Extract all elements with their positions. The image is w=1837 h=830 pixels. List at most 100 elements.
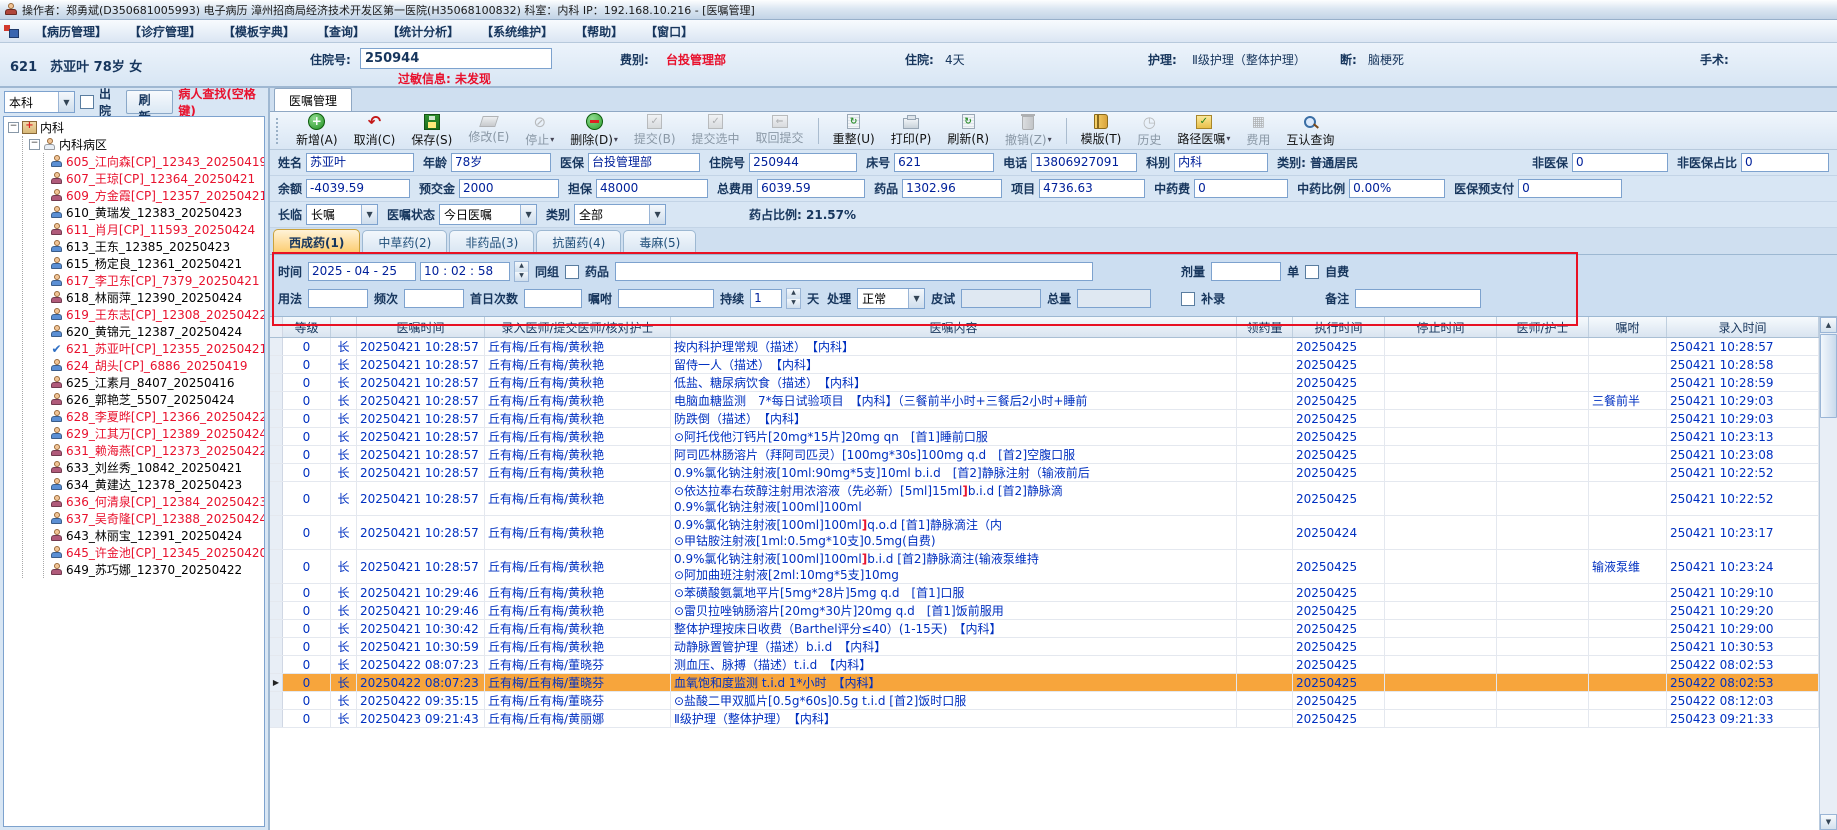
patient-tree-item[interactable]: 633_刘丝秀_10842_20250421 xyxy=(50,459,264,476)
order-row[interactable]: ▶ 0 长 20250422 08:07:23 丘有梅/丘有梅/董晓芬 血氧饱和度监测 t… xyxy=(270,674,1820,692)
revoke-button[interactable]: 撤销(Z) ▾ xyxy=(998,113,1059,149)
order-row[interactable]: 0 长 20250421 10:28:57 丘有梅/丘有梅/黄秋艳 ⊙阿托伐他汀钙片[2… xyxy=(270,428,1820,446)
field-value[interactable]: 250944 xyxy=(749,153,858,172)
order-row[interactable]: 0 长 20250421 10:29:46 丘有梅/丘有梅/黄秋艳 ⊙雷贝拉唑钠肠溶片[… xyxy=(270,602,1820,620)
order-row[interactable]: 0 长 20250421 10:30:42 丘有梅/丘有梅/黄秋艳 整体护理按床日收费（… xyxy=(270,620,1820,638)
column-header-exec[interactable]: 执行时间 xyxy=(1293,317,1385,337)
save-button[interactable]: 保存(S) xyxy=(404,113,459,149)
order-row[interactable]: 0 长 20250421 10:28:57 丘有梅/丘有梅/黄秋艳 ⊙依达拉奉右莰醇注射… xyxy=(270,482,1820,516)
order-row[interactable]: 0 长 20250421 10:28:57 丘有梅/丘有梅/黄秋艳 电脑血糖监测 7*每… xyxy=(270,392,1820,410)
order-row[interactable]: 0 长 20250421 10:28:57 丘有梅/丘有梅/黄秋艳 按内科护理常规（描述… xyxy=(270,338,1820,356)
menu-item[interactable]: 【病历管理】 xyxy=(24,21,118,42)
history-button[interactable]: ◷ 历史 xyxy=(1130,112,1168,149)
tab-西成药(1)[interactable]: 西成药(1) xyxy=(273,229,361,254)
column-header-remark[interactable]: 嘱咐 xyxy=(1589,317,1667,337)
modify-button[interactable]: 修改(E) xyxy=(461,115,516,146)
patient-tree-item[interactable]: 624_胡头[CP]_6886_20250419 xyxy=(50,357,264,374)
chevron-down-icon[interactable]: ▼ xyxy=(649,205,666,224)
order-row[interactable]: 0 长 20250422 09:35:15 丘有梅/丘有梅/董晓芬 ⊙盐酸二甲双胍片[0… xyxy=(270,692,1820,710)
patient-tree-item[interactable]: 626_郭艳芝_5507_20250424 xyxy=(50,391,264,408)
field-value[interactable]: 0.00% xyxy=(1349,179,1446,198)
chevron-down-icon[interactable]: ▾ xyxy=(1226,134,1230,143)
refresh-button[interactable]: ↻ 刷新(R) xyxy=(940,113,996,148)
recall-submit-button[interactable]: ⇐ 取回提交 xyxy=(749,114,811,147)
patient-tree-item[interactable]: 625_江素月_8407_20250416 xyxy=(50,374,264,391)
spinner[interactable]: ▲ ▼ xyxy=(514,261,530,282)
skin-test-input[interactable] xyxy=(961,289,1042,308)
stop-button[interactable]: ⊘ 停止 ▾ xyxy=(518,112,561,149)
chevron-down-icon[interactable]: ▾ xyxy=(614,135,618,144)
patient-tree-item[interactable]: 611_肖月[CP]_11593_20250424 xyxy=(50,221,264,238)
dept-select[interactable]: 本科 ▼ xyxy=(4,91,75,113)
column-header-type[interactable] xyxy=(331,317,357,337)
menu-item[interactable]: 【帮助】 xyxy=(564,21,634,42)
column-header-dn[interactable]: 医师/护士 xyxy=(1497,317,1589,337)
mutual-query-button[interactable]: 互认查询 xyxy=(1279,113,1341,149)
chevron-down-icon[interactable]: ▾ xyxy=(550,135,554,144)
patient-tree-item[interactable]: 605_江向森[CP]_12343_20250419 xyxy=(50,153,264,170)
order-time-input[interactable]: 10 : 02 : 58 xyxy=(420,262,511,281)
patient-tree-item[interactable]: 643_林丽宝_12391_20250424 xyxy=(50,527,264,544)
order-row[interactable]: 0 长 20250421 10:28:57 丘有梅/丘有梅/黄秋艳 0.9%氯化钠注射液… xyxy=(270,464,1820,482)
remark-input[interactable] xyxy=(1355,289,1482,308)
patient-tree-item[interactable]: 617_李卫东[CP]_7379_20250421 xyxy=(50,272,264,289)
drug-input[interactable] xyxy=(615,262,1094,281)
add-button[interactable]: + 新增(A) xyxy=(289,112,345,149)
patient-tree-item[interactable]: 613_王东_12385_20250423 xyxy=(50,238,264,255)
dose-input[interactable] xyxy=(1211,262,1282,281)
长临-select[interactable]: 长嘱 ▼ xyxy=(306,204,379,225)
column-header-doctors[interactable]: 录入医师/提交医师/核对护士 xyxy=(485,317,671,337)
field-value[interactable]: 13806927091 xyxy=(1031,153,1138,172)
chevron-down-icon[interactable]: ▼ xyxy=(57,92,74,112)
field-value[interactable]: 1302.96 xyxy=(902,179,1003,198)
column-header-content[interactable]: 医嘱内容 xyxy=(671,317,1237,337)
discharge-checkbox[interactable] xyxy=(79,95,94,109)
patient-tree-item[interactable]: 631_赖海燕[CP]_12373_20250422 xyxy=(50,442,264,459)
template-button[interactable]: 模版(T) xyxy=(1074,113,1129,148)
field-value[interactable]: 621 xyxy=(894,153,995,172)
patient-tree-item[interactable]: ✔ 621_苏亚叶[CP]_12355_20250421 xyxy=(50,340,264,357)
tab-order-management[interactable]: 医嘱管理 xyxy=(274,88,353,111)
column-header-qty[interactable]: 领药量 xyxy=(1237,317,1293,337)
patient-tree-item[interactable]: 645_许金池[CP]_12345_20250420 xyxy=(50,544,264,561)
order-row[interactable]: 0 长 20250421 10:28:57 丘有梅/丘有梅/黄秋艳 阿司匹林肠溶片（拜阿… xyxy=(270,446,1820,464)
tab-毒麻(5)[interactable]: 毒麻(5) xyxy=(623,230,697,254)
refresh-patients-button[interactable]: 刷新 xyxy=(125,90,174,124)
menu-item[interactable]: 【查询】 xyxy=(306,21,376,42)
menu-item[interactable]: 【统计分析】 xyxy=(376,21,470,42)
patient-tree-item[interactable]: 615_杨定良_12361_20250421 xyxy=(50,255,264,272)
类别-select[interactable]: 全部 ▼ xyxy=(574,204,667,225)
grid-scrollbar[interactable]: ▲ ▼ xyxy=(1819,317,1837,830)
path-orders-button[interactable]: ✓ 路径医嘱 ▾ xyxy=(1170,114,1237,148)
submit-selected-button[interactable]: ✓ 提交选中 xyxy=(685,113,747,148)
chevron-down-icon[interactable]: ▾ xyxy=(1048,135,1052,144)
field-value[interactable]: 台投管理部 xyxy=(588,153,701,172)
patient-tree-item[interactable]: 636_何清泉[CP]_12384_20250423 xyxy=(50,493,264,510)
submit-button[interactable]: ✓ 提交(B) xyxy=(627,113,683,148)
scroll-up-icon[interactable]: ▲ xyxy=(1820,317,1837,333)
patient-tree-item[interactable]: 634_黄建达_12378_20250423 xyxy=(50,476,264,493)
column-header-stop[interactable]: 停止时间 xyxy=(1385,317,1497,337)
field-value[interactable]: -4039.59 xyxy=(306,179,411,198)
patient-tree-item[interactable]: 620_黄锦元_12387_20250424 xyxy=(50,323,264,340)
checkbox[interactable] xyxy=(1181,291,1196,306)
order-row[interactable]: 0 长 20250421 10:29:46 丘有梅/丘有梅/黄秋艳 ⊙苯磺酸氨氯地平片[… xyxy=(270,584,1820,602)
order-date-input[interactable]: 2025 - 04 - 25 xyxy=(308,262,417,281)
order-row[interactable]: 0 长 20250423 09:21:43 丘有梅/丘有梅/黄丽娜 Ⅱ级护理（整体护理）… xyxy=(270,710,1820,728)
医嘱状态-select[interactable]: 今日医嘱 ▼ xyxy=(439,204,538,225)
menu-item[interactable]: 【窗口】 xyxy=(634,21,704,42)
field-value[interactable]: 0 xyxy=(1194,179,1289,198)
total-input[interactable] xyxy=(1077,289,1152,308)
patient-tree-item[interactable]: 607_王琼[CP]_12364_20250421 xyxy=(50,170,264,187)
process-select[interactable]: 正常 ▼ xyxy=(857,288,926,309)
order-row[interactable]: 0 长 20250421 10:28:57 丘有梅/丘有梅/黄秋艳 0.9%氯化钠注射液… xyxy=(270,516,1820,550)
field-value[interactable]: 内科 xyxy=(1174,153,1269,172)
usage-input[interactable] xyxy=(308,289,369,308)
patient-tree-item[interactable]: 637_吴奇隆[CP]_12388_20250424 xyxy=(50,510,264,527)
duration-input[interactable]: 1 xyxy=(750,289,783,308)
tree-node-dept[interactable]: −内科 xyxy=(8,119,264,136)
tab-非药品(3)[interactable]: 非药品(3) xyxy=(449,230,535,254)
field-value[interactable]: 4736.63 xyxy=(1039,179,1146,198)
menu-item[interactable]: 【系统维护】 xyxy=(470,21,564,42)
spinner[interactable]: ▲ ▼ xyxy=(786,288,802,309)
